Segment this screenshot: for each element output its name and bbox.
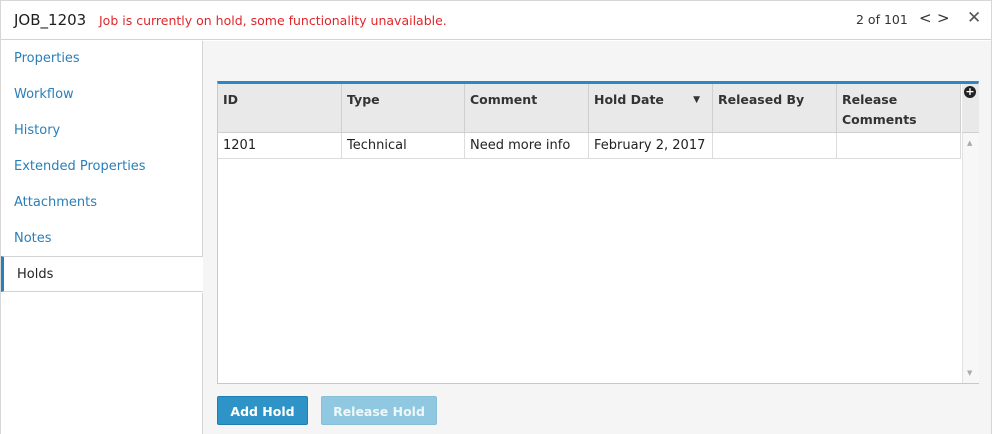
add-hold-button[interactable]: Add Hold <box>217 396 308 425</box>
scroll-down-icon[interactable]: ▼ <box>967 369 972 377</box>
previous-record-icon[interactable]: < <box>919 9 932 27</box>
column-header-hold-date[interactable]: Hold Date ▼ <box>589 84 713 133</box>
cell-released-by <box>713 133 837 159</box>
column-header-comment[interactable]: Comment <box>465 84 589 133</box>
cell-comment: Need more info <box>465 133 589 159</box>
sidebar-item-extended-properties[interactable]: Extended Properties <box>1 149 203 185</box>
sidebar-item-attachments[interactable]: Attachments <box>1 185 203 221</box>
job-details-window: JOB_1203 Job is currently on hold, some … <box>0 0 992 434</box>
sidebar-item-holds[interactable]: Holds <box>1 256 203 292</box>
column-header-id[interactable]: ID <box>218 84 342 133</box>
column-header-type[interactable]: Type <box>342 84 465 133</box>
sidebar-item-history[interactable]: History <box>1 113 203 149</box>
scroll-up-icon[interactable]: ▲ <box>967 139 972 147</box>
column-label: Comment <box>470 92 538 107</box>
job-title: JOB_1203 <box>14 11 87 29</box>
column-header-released-by[interactable]: Released By <box>713 84 837 133</box>
cell-type: Technical <box>342 133 465 159</box>
column-label: Hold Date <box>594 92 664 107</box>
sort-descending-icon[interactable]: ▼ <box>693 90 700 110</box>
cell-id: 1201 <box>218 133 342 159</box>
plus-circle-icon[interactable]: + <box>964 86 976 98</box>
column-label: Released By <box>718 92 805 107</box>
next-record-icon[interactable]: > <box>937 9 950 27</box>
sidebar-item-properties[interactable]: Properties <box>1 41 203 77</box>
release-hold-button[interactable]: Release Hold <box>321 396 437 425</box>
grid-add-column-area: + <box>962 84 979 133</box>
cell-hold-date: February 2, 2017 <box>589 133 713 159</box>
table-row[interactable]: 1201 Technical Need more info February 2… <box>218 133 961 159</box>
column-label: Type <box>347 92 380 107</box>
sidebar-item-notes[interactable]: Notes <box>1 221 203 257</box>
grid-header: ID Type Comment Hold Date ▼ Released By R… <box>218 84 961 133</box>
sidebar-item-workflow[interactable]: Workflow <box>1 77 203 113</box>
record-pager: 2 of 101 <box>856 12 908 27</box>
holds-panel: ID Type Comment Hold Date ▼ Released By R… <box>203 41 991 434</box>
column-label: Release Comments <box>842 92 917 127</box>
cell-release-comments <box>837 133 961 159</box>
holds-grid: ID Type Comment Hold Date ▼ Released By R… <box>217 81 979 384</box>
column-label: ID <box>223 92 239 107</box>
grid-scrollbar[interactable]: ▲ ▼ <box>962 133 979 383</box>
close-icon[interactable]: ✕ <box>967 9 981 27</box>
column-header-release-comments[interactable]: Release Comments <box>837 84 961 133</box>
sidebar-nav: Properties Workflow History Extended Pro… <box>1 41 203 434</box>
hold-warning-message: Job is currently on hold, some functiona… <box>99 13 447 28</box>
header-bar: JOB_1203 Job is currently on hold, some … <box>1 1 991 40</box>
